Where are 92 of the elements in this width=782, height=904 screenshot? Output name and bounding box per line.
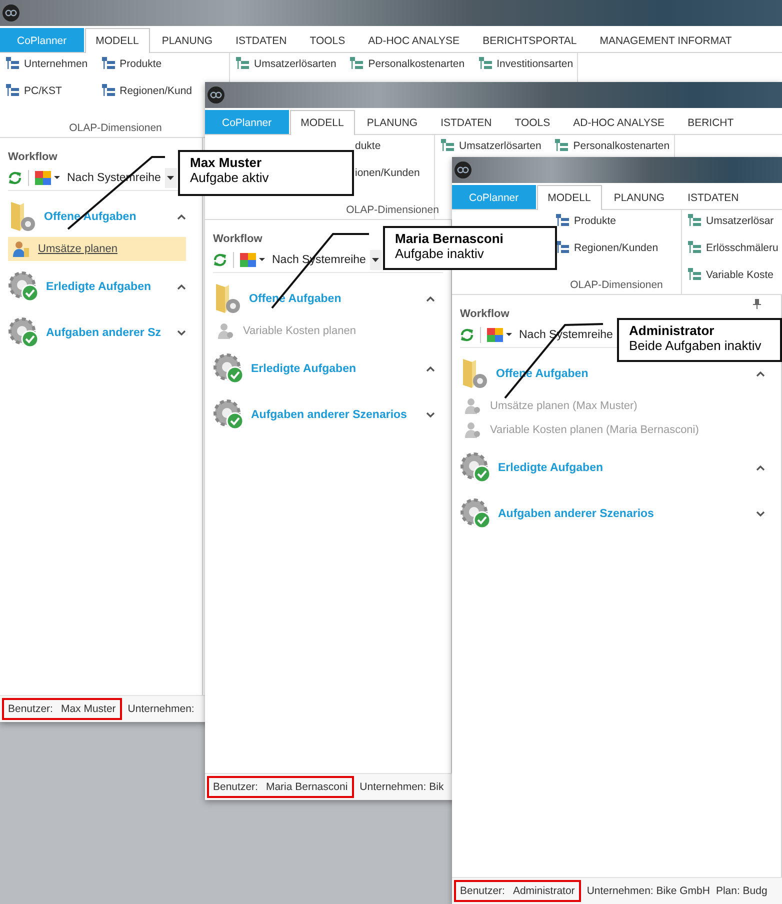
logo-icon <box>454 161 472 179</box>
chevron-icon[interactable] <box>426 296 435 302</box>
pane-title: Workflow <box>8 151 58 163</box>
ribbon-item[interactable]: Umsatzerlösarten <box>236 55 336 72</box>
pane-title: Workflow <box>460 308 510 320</box>
gear-check-icon <box>8 271 40 303</box>
gear-check-icon <box>213 399 245 431</box>
user-name: Administrator <box>512 885 575 897</box>
hierarchy-icon <box>556 214 569 227</box>
ribbon-item[interactable]: Umsatzerlösarten <box>441 137 542 154</box>
color-grid-icon[interactable] <box>240 253 266 267</box>
ribbon-item[interactable]: Umsatzerlösar <box>688 212 778 229</box>
caret-icon <box>167 176 174 180</box>
folder-gear-icon <box>213 282 243 316</box>
user-name: Maria Bernasconi <box>266 781 348 793</box>
chevron-icon[interactable] <box>426 412 435 418</box>
ribbon-item[interactable]: Regionen/Kunden <box>556 239 658 256</box>
callout-text: Aufgabe inaktiv <box>395 246 485 261</box>
callout-title: Maria Bernasconi <box>395 231 504 246</box>
chevron-icon[interactable] <box>426 366 435 372</box>
gear-check-icon <box>213 353 245 385</box>
logo-icon <box>207 86 225 104</box>
pin-icon[interactable] <box>753 299 761 309</box>
logo-icon <box>2 4 20 22</box>
user-icon <box>217 323 235 339</box>
task-item[interactable]: Umsätze planen <box>8 237 186 261</box>
ribbon-item[interactable]: Personalkostenarten <box>350 55 465 72</box>
caret-icon <box>372 258 380 262</box>
hierarchy-icon <box>6 84 19 97</box>
chevron-icon[interactable] <box>756 465 765 471</box>
chevron-icon[interactable] <box>756 371 765 377</box>
hierarchy-icon <box>556 241 569 254</box>
hierarchy-icon <box>478 57 492 70</box>
gear-check-icon <box>8 317 40 349</box>
hierarchy-icon <box>102 84 115 97</box>
ribbon-item[interactable]: Erlösschmäleru <box>688 239 778 256</box>
group-label: OLAP-Dimensionen <box>69 122 162 134</box>
refresh-icon[interactable] <box>460 328 474 342</box>
chevron-icon[interactable] <box>177 214 186 220</box>
group-label: OLAP-Dimensionen <box>346 204 439 216</box>
hierarchy-icon <box>555 139 568 152</box>
chevron-icon[interactable] <box>177 284 186 290</box>
ribbon-tab[interactable]: MODELL <box>290 110 355 135</box>
ribbon-item[interactable]: Personalkostenarten <box>555 137 670 154</box>
color-grid-icon[interactable] <box>487 328 513 342</box>
dropdown-button[interactable] <box>164 168 177 188</box>
ribbon-item[interactable]: Variable Koste <box>688 266 778 283</box>
ribbon-item[interactable]: Unternehmen <box>6 55 88 72</box>
chevron-icon[interactable] <box>756 511 765 517</box>
status-text: Plan: Budg <box>716 885 768 897</box>
ribbon-item[interactable]: Produkte <box>102 55 192 72</box>
user-icon <box>464 422 482 438</box>
ribbon-item[interactable]: Regionen/Kund <box>102 82 192 99</box>
status-text: Unternehmen: Bik <box>360 781 444 793</box>
chevron-icon[interactable] <box>177 330 186 336</box>
gear-check-icon <box>460 452 492 484</box>
callout-title: Administrator <box>629 323 716 338</box>
folder-gear-icon <box>8 200 38 234</box>
hierarchy-icon <box>6 57 19 70</box>
hierarchy-icon <box>441 139 454 152</box>
user-label: Benutzer: <box>8 703 53 715</box>
hierarchy-icon <box>688 241 701 254</box>
ribbon-tab[interactable]: MODELL <box>84 28 150 53</box>
callout-text: Beide Aufgaben inaktiv <box>629 338 762 353</box>
ribbon-item[interactable]: ionen/Kunden <box>355 164 420 181</box>
refresh-icon[interactable] <box>8 171 22 185</box>
color-grid-icon[interactable] <box>35 171 61 185</box>
ribbon-tab[interactable]: MODELL <box>536 185 602 210</box>
ribbon-item[interactable]: Investitionsarten <box>478 55 574 72</box>
user-label: Benutzer: <box>460 885 505 897</box>
hierarchy-icon <box>102 57 115 70</box>
hierarchy-icon <box>688 214 701 227</box>
user-icon <box>464 398 482 414</box>
ribbon-item[interactable]: dukte <box>355 137 420 154</box>
gear-check-icon <box>460 498 492 530</box>
refresh-icon[interactable] <box>213 253 227 267</box>
callout-title: Max Muster <box>190 155 263 170</box>
folder-gear-icon <box>460 357 490 391</box>
status-text: Unternehmen: Bike GmbH <box>586 885 710 897</box>
pane-title: Workflow <box>213 233 262 245</box>
user-icon <box>12 241 30 257</box>
user-name: Max Muster <box>60 703 116 715</box>
ribbon-item[interactable]: PC/KST <box>6 82 88 99</box>
dropdown-button[interactable] <box>370 250 382 270</box>
ribbon-item[interactable]: Produkte <box>556 212 658 229</box>
callout-text: Aufgabe aktiv <box>190 170 270 185</box>
hierarchy-icon <box>688 268 701 281</box>
user-label: Benutzer: <box>213 781 258 793</box>
hierarchy-icon <box>236 57 249 70</box>
status-text: Unternehmen: <box>128 703 194 715</box>
group-label: OLAP-Dimensionen <box>570 279 663 291</box>
hierarchy-icon <box>350 57 364 70</box>
